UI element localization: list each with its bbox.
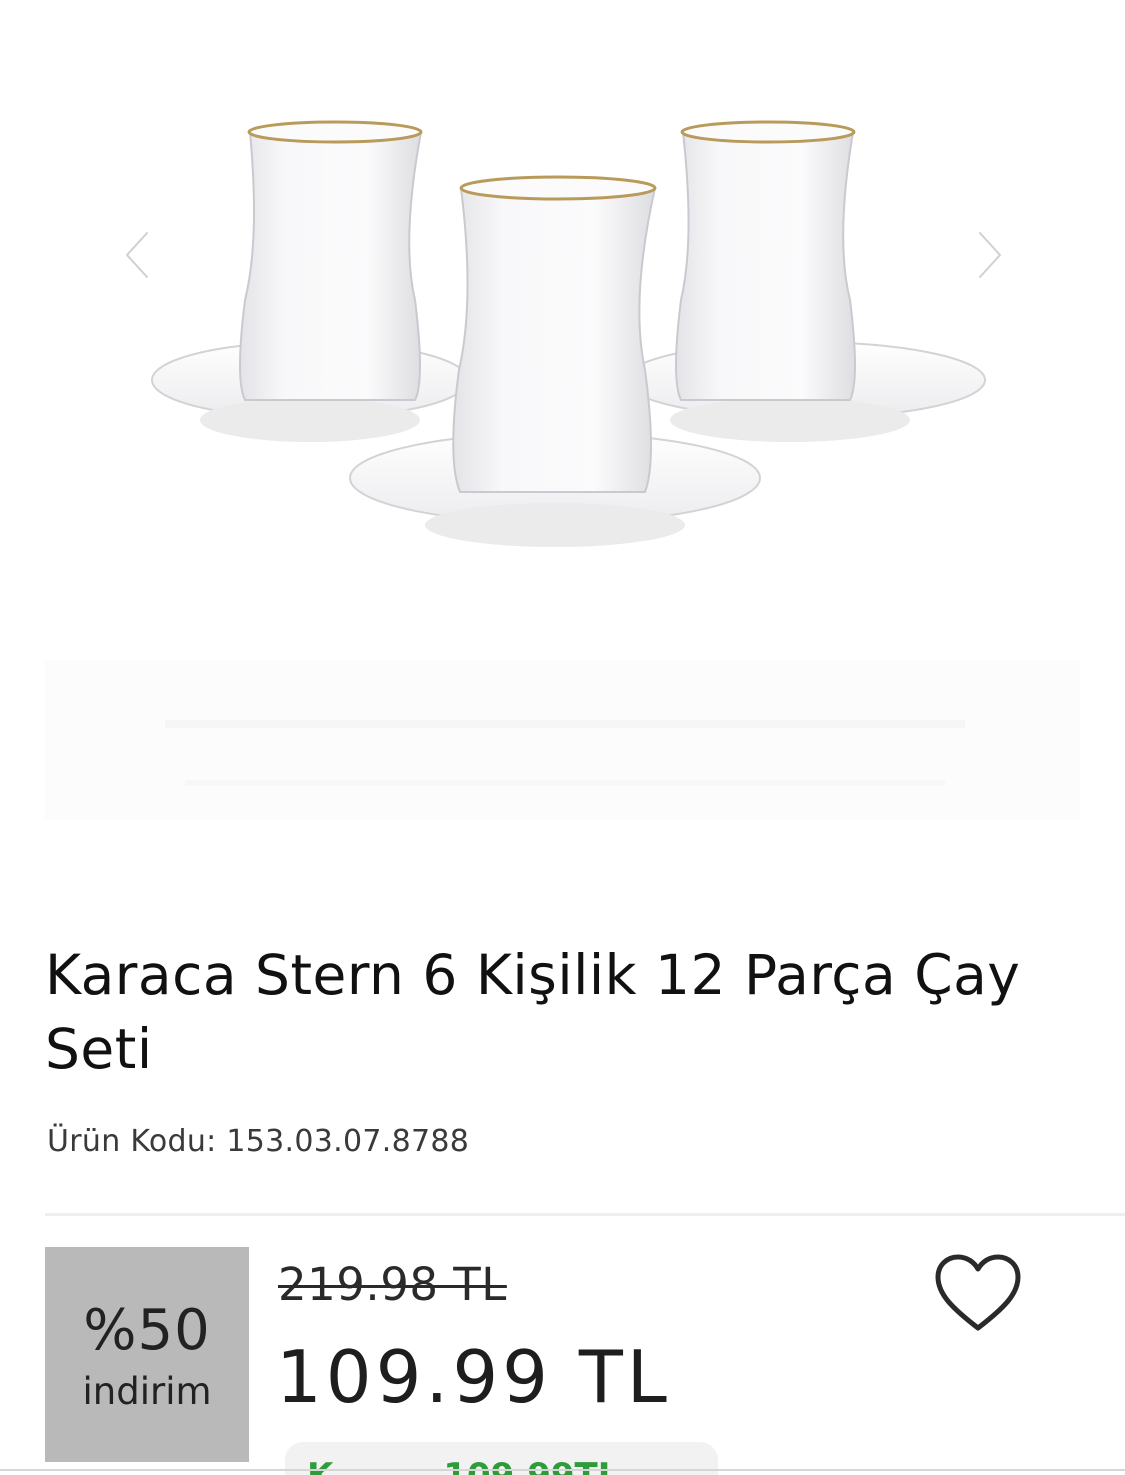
add-to-favorites-button[interactable]	[925, 1245, 1030, 1340]
product-title: Karaca Stern 6 Kişilik 12 Parça Çay Seti	[45, 943, 1021, 1081]
product-gallery[interactable]	[45, 0, 1080, 880]
product-detail-page: Karaca Stern 6 Kişilik 12 Parça Çay Seti…	[0, 0, 1125, 1475]
product-image	[45, 120, 1080, 820]
old-price: 219.98 TL	[278, 1258, 507, 1311]
divider	[45, 1213, 1125, 1216]
promo-price: 109.99TL	[443, 1456, 619, 1475]
current-price: 109.99 TL	[276, 1335, 671, 1419]
chevron-right-icon	[977, 230, 1003, 280]
discount-badge: %50 indirim	[45, 1247, 249, 1462]
gallery-next-button[interactable]	[960, 215, 1020, 295]
product-code: Ürün Kodu: 153.03.07.8788	[47, 1124, 470, 1159]
discount-label: indirim	[82, 1369, 212, 1413]
chevron-left-icon	[124, 230, 150, 280]
bottom-edge	[0, 1469, 1125, 1471]
promo-text: K	[307, 1456, 333, 1475]
discount-percent: %50	[83, 1297, 211, 1363]
heart-outline-icon	[935, 1254, 1020, 1330]
gallery-prev-button[interactable]	[107, 215, 167, 295]
